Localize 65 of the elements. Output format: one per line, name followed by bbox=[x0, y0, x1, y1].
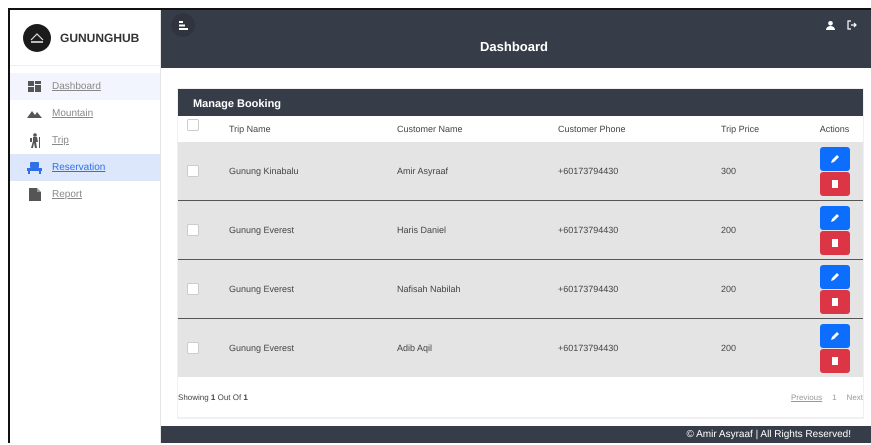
column-header: Trip Name bbox=[229, 124, 271, 134]
brand-name: GUNUNGHUB bbox=[60, 30, 140, 44]
table-cell: Haris Daniel bbox=[397, 225, 446, 235]
logout-icon bbox=[847, 20, 857, 30]
delete-button[interactable] bbox=[820, 230, 850, 254]
table-cell: 300 bbox=[721, 166, 736, 176]
previous-link[interactable]: Previous bbox=[790, 392, 822, 402]
trash-icon bbox=[832, 238, 838, 246]
table-cell: Gunung Everest bbox=[229, 225, 294, 235]
table-cell: 200 bbox=[721, 225, 736, 235]
card-title: Manage Booking bbox=[178, 89, 863, 116]
document-icon bbox=[28, 188, 40, 201]
pencil-icon bbox=[830, 214, 838, 222]
table-cell: Nafisah Nabilah bbox=[397, 284, 461, 294]
seat-icon bbox=[27, 162, 42, 174]
delete-button[interactable] bbox=[820, 172, 850, 196]
mountain-icon bbox=[27, 109, 42, 118]
checkbox[interactable] bbox=[187, 283, 199, 295]
dashboard-icon bbox=[28, 81, 41, 92]
table-cell: +60173794430 bbox=[558, 284, 618, 294]
checkbox[interactable] bbox=[187, 165, 199, 177]
table-cell: 200 bbox=[721, 284, 736, 294]
copyright-text: © Amir Asyraaf | All Rights Reserved! bbox=[686, 428, 851, 440]
column-header: Trip Price bbox=[721, 124, 760, 134]
pencil-icon bbox=[830, 272, 838, 280]
trash-icon bbox=[832, 180, 838, 188]
edit-button[interactable] bbox=[820, 264, 850, 288]
delete-button[interactable] bbox=[820, 348, 850, 372]
menu-button[interactable] bbox=[171, 13, 195, 37]
menu-icon bbox=[178, 20, 188, 30]
showing-text: Showing 1 Out Of 1 bbox=[178, 392, 248, 402]
trash-icon bbox=[832, 298, 838, 306]
column-header: Customer Phone bbox=[558, 124, 626, 134]
edit-button[interactable] bbox=[820, 146, 850, 170]
table-cell: +60173794430 bbox=[558, 225, 618, 235]
checkbox[interactable] bbox=[187, 119, 199, 131]
delete-button[interactable] bbox=[820, 290, 850, 314]
table-cell: +60173794430 bbox=[558, 166, 618, 176]
table-cell: 200 bbox=[721, 343, 736, 353]
page-link[interactable]: 1 bbox=[832, 392, 837, 402]
pencil-icon bbox=[830, 154, 838, 162]
sidebar-item[interactable]: Dashboard bbox=[10, 73, 160, 100]
column-header: Customer Name bbox=[397, 124, 463, 134]
table-cell: Gunung Kinabalu bbox=[229, 166, 299, 176]
column-header: Actions bbox=[820, 124, 850, 134]
sidebar-item[interactable]: Report bbox=[10, 181, 160, 208]
table-cell: +60173794430 bbox=[558, 343, 618, 353]
sidebar-item[interactable]: Mountain bbox=[10, 100, 160, 127]
edit-button[interactable] bbox=[820, 324, 850, 348]
sidebar-item[interactable]: Trip bbox=[10, 127, 160, 154]
table-cell: Amir Asyraaf bbox=[397, 166, 448, 176]
edit-button[interactable] bbox=[820, 206, 850, 230]
user-icon bbox=[826, 20, 835, 30]
checkbox[interactable] bbox=[187, 224, 199, 236]
page-title: Dashboard bbox=[480, 39, 548, 54]
table-cell: Gunung Everest bbox=[229, 343, 294, 353]
hiker-icon bbox=[28, 133, 40, 148]
table-cell: Adib Aqil bbox=[397, 343, 432, 353]
sidebar-item[interactable]: Reservation bbox=[10, 154, 160, 181]
trash-icon bbox=[832, 356, 838, 364]
next-link[interactable]: Next bbox=[846, 392, 863, 402]
table-cell: Gunung Everest bbox=[229, 284, 294, 294]
logo-icon bbox=[23, 24, 51, 52]
checkbox[interactable] bbox=[187, 342, 199, 354]
pencil-icon bbox=[830, 332, 838, 340]
